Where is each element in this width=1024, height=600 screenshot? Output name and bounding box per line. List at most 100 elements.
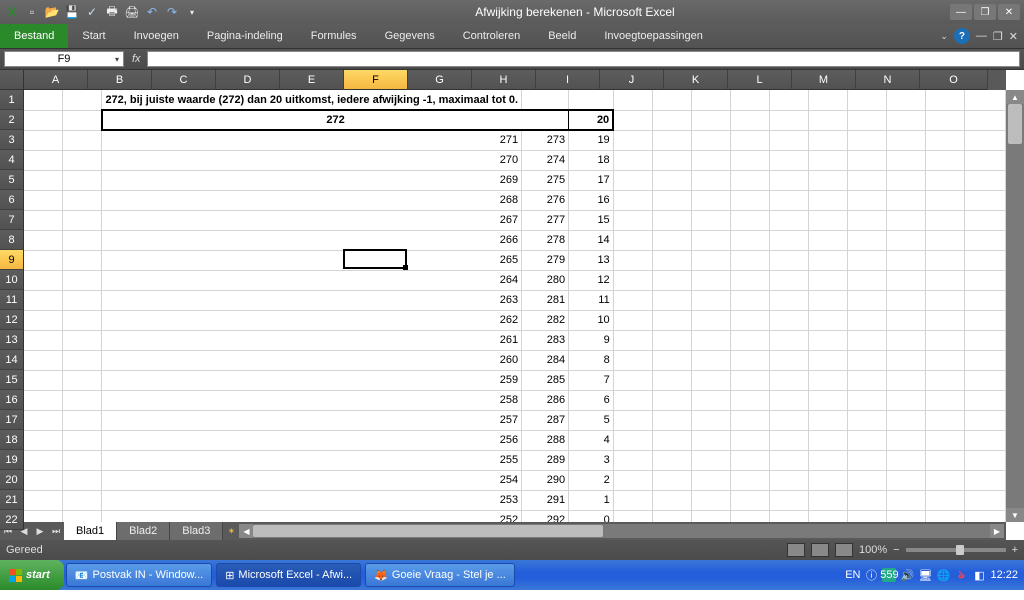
cell[interactable] <box>886 190 925 210</box>
cell[interactable] <box>808 310 847 330</box>
cell[interactable] <box>925 190 964 210</box>
tab-invoegtoepassingen[interactable]: Invoegtoepassingen <box>590 24 716 48</box>
cell[interactable] <box>964 390 1005 410</box>
cell[interactable] <box>925 470 964 490</box>
cell[interactable] <box>652 190 691 210</box>
cell[interactable] <box>691 110 730 130</box>
cell[interactable]: 276 <box>522 190 569 210</box>
cell[interactable] <box>964 170 1005 190</box>
cell[interactable] <box>730 510 769 522</box>
cell[interactable] <box>730 270 769 290</box>
cell[interactable] <box>613 250 652 270</box>
cell[interactable] <box>652 230 691 250</box>
vertical-scroll-thumb[interactable] <box>1008 104 1022 144</box>
new-sheet-button[interactable]: ✶ <box>223 522 239 540</box>
cell[interactable] <box>730 90 769 110</box>
cell[interactable] <box>769 290 808 310</box>
cell[interactable] <box>886 370 925 390</box>
cell[interactable]: 12 <box>569 270 614 290</box>
cell[interactable] <box>847 430 886 450</box>
cell[interactable] <box>63 330 102 350</box>
cell[interactable] <box>808 390 847 410</box>
cell[interactable] <box>691 250 730 270</box>
horizontal-scrollbar[interactable]: ◀ ▶ <box>239 524 1004 538</box>
sheet-nav-next-button[interactable]: ▶ <box>32 522 48 540</box>
cell[interactable] <box>63 410 102 430</box>
row-header-11[interactable]: 11 <box>0 290 24 310</box>
scroll-left-icon[interactable]: ◀ <box>239 524 253 538</box>
cell[interactable] <box>847 350 886 370</box>
cell[interactable] <box>652 410 691 430</box>
sheet-tab-blad3[interactable]: Blad3 <box>170 522 223 540</box>
row-header-13[interactable]: 13 <box>0 330 24 350</box>
cell[interactable] <box>730 470 769 490</box>
cell[interactable] <box>886 390 925 410</box>
cell[interactable]: 3 <box>569 450 614 470</box>
cell[interactable] <box>886 430 925 450</box>
cell[interactable] <box>847 490 886 510</box>
cell[interactable] <box>24 90 63 110</box>
cell[interactable] <box>808 510 847 522</box>
cell[interactable]: 263 <box>102 290 522 310</box>
cell[interactable] <box>769 170 808 190</box>
cell[interactable] <box>569 90 614 110</box>
cell[interactable] <box>964 310 1005 330</box>
cell[interactable] <box>63 170 102 190</box>
cell[interactable] <box>769 410 808 430</box>
cell[interactable] <box>925 270 964 290</box>
row-header-5[interactable]: 5 <box>0 170 24 190</box>
cell[interactable]: 14 <box>569 230 614 250</box>
cell[interactable] <box>691 270 730 290</box>
cell[interactable] <box>730 450 769 470</box>
cell[interactable]: 286 <box>522 390 569 410</box>
tray-icon-7[interactable]: ◧ <box>972 568 986 582</box>
cell[interactable]: 17 <box>569 170 614 190</box>
cell[interactable] <box>925 510 964 522</box>
cell[interactable] <box>63 250 102 270</box>
cell[interactable] <box>964 250 1005 270</box>
cell[interactable]: 18 <box>569 150 614 170</box>
cell[interactable]: 287 <box>522 410 569 430</box>
open-icon[interactable]: 📂 <box>44 4 60 20</box>
cell[interactable] <box>691 470 730 490</box>
cell[interactable] <box>691 130 730 150</box>
cell[interactable] <box>964 470 1005 490</box>
cell[interactable] <box>886 130 925 150</box>
cell[interactable] <box>522 90 569 110</box>
cell[interactable]: 13 <box>569 250 614 270</box>
cell[interactable] <box>964 210 1005 230</box>
cell[interactable] <box>808 410 847 430</box>
cell[interactable] <box>613 310 652 330</box>
cell[interactable] <box>808 430 847 450</box>
row-header-1[interactable]: 1 <box>0 90 24 110</box>
cell[interactable] <box>613 90 652 110</box>
column-header-F[interactable]: F <box>344 70 408 90</box>
cell[interactable]: 10 <box>569 310 614 330</box>
zoom-slider[interactable] <box>906 548 1006 552</box>
cell[interactable] <box>63 310 102 330</box>
cell[interactable] <box>24 130 63 150</box>
cell[interactable] <box>769 390 808 410</box>
save-icon[interactable]: 💾 <box>64 4 80 20</box>
cell[interactable] <box>24 490 63 510</box>
cell[interactable] <box>24 250 63 270</box>
cell[interactable] <box>886 310 925 330</box>
taskbar-item[interactable]: 🦊Goeie Vraag - Stel je ... <box>365 563 515 587</box>
cell[interactable] <box>691 510 730 522</box>
cell[interactable] <box>847 510 886 522</box>
cell[interactable]: 254 <box>102 470 522 490</box>
cell[interactable] <box>613 430 652 450</box>
cell[interactable]: 268 <box>102 190 522 210</box>
cell[interactable]: 0 <box>569 510 614 522</box>
cell[interactable] <box>652 330 691 350</box>
column-header-B[interactable]: B <box>88 70 152 90</box>
help-icon[interactable]: ? <box>954 28 970 44</box>
cell[interactable] <box>730 290 769 310</box>
cell[interactable]: 285 <box>522 370 569 390</box>
cell[interactable] <box>925 170 964 190</box>
cell[interactable] <box>691 90 730 110</box>
cell[interactable] <box>613 450 652 470</box>
cell[interactable] <box>886 170 925 190</box>
cell[interactable]: 259 <box>102 370 522 390</box>
cell[interactable]: 265 <box>102 250 522 270</box>
